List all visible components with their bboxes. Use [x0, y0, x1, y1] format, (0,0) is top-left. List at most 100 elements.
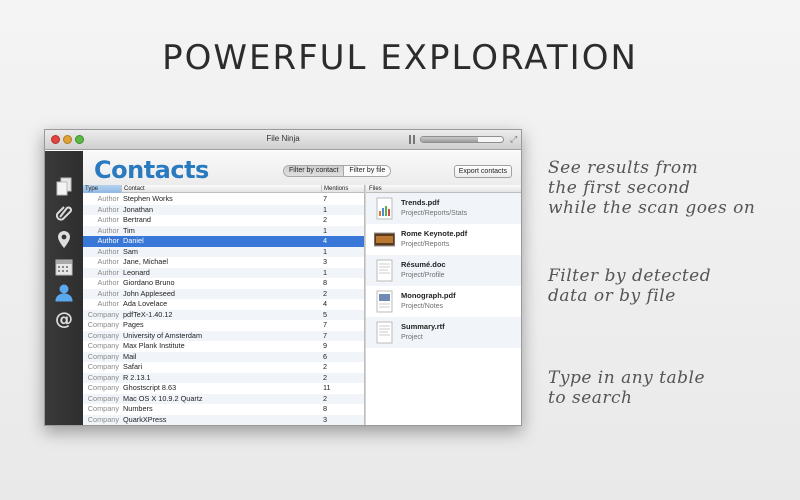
file-list-item[interactable]: Summary.rtf Project: [366, 317, 521, 348]
table-row[interactable]: Company Ghostscript 8.63 11: [83, 383, 364, 394]
fullscreen-icon[interactable]: ⤢: [510, 135, 519, 144]
table-row[interactable]: Author Jonathan 1: [83, 204, 364, 215]
table-row[interactable]: Author Stephen Works 7: [83, 194, 364, 205]
cell-mentions: 4: [323, 299, 328, 308]
file-name: Résumé.doc: [401, 260, 446, 269]
table-row[interactable]: Company Mail 6: [83, 351, 364, 362]
app-window: File Ninja ⤢ @ Contacts Filter by contac…: [44, 129, 522, 426]
column-header-type[interactable]: Type: [83, 185, 121, 193]
cell-mentions: 7: [323, 194, 328, 203]
file-list-item[interactable]: Rome Keynote.pdf Project/Reports: [366, 224, 521, 255]
table-row[interactable]: Company Mac OS X 10.9.2 Quartz 2: [83, 393, 364, 404]
file-path: Project/Reports: [401, 241, 450, 248]
note-filter: Filter by detected data or by file: [548, 266, 711, 306]
table-row[interactable]: Company QuarkXPress 3: [83, 414, 364, 425]
cell-mentions: 7: [323, 330, 328, 340]
cell-type: Author: [97, 215, 120, 224]
calendar-icon[interactable]: [54, 257, 74, 277]
table-row[interactable]: Company pdfTeX-1.40.12 5: [83, 309, 364, 320]
files-pane: Files Trends.pdf Project/Reports/Stats Rom…: [366, 185, 521, 425]
cell-type: Author: [97, 299, 120, 308]
cell-mentions: 2: [323, 393, 328, 403]
table-row[interactable]: Company University of Amsterdam 7: [83, 330, 364, 341]
cell-contact: Stephen Works: [123, 194, 173, 203]
table-header: Type Contact Mentions: [83, 185, 364, 193]
section-header: Contacts Filter by contact Filter by fil…: [83, 151, 521, 185]
table-body: Author Stephen Works 7 Author Jonathan 1 Autho…: [83, 194, 364, 425]
note-line: See results from: [548, 158, 699, 178]
cell-mentions: 7: [323, 320, 328, 329]
table-row[interactable]: Author Jane, Michael 3: [83, 257, 364, 268]
documents-icon[interactable]: [54, 177, 74, 197]
table-row[interactable]: Author Sam 1: [83, 246, 364, 257]
cell-contact: Tim: [123, 225, 135, 235]
table-row[interactable]: Company Max Plank Institute 9: [83, 341, 364, 352]
filter-by-file-button[interactable]: Filter by file: [343, 166, 391, 176]
table-row[interactable]: Author Daniel 4: [83, 236, 364, 247]
file-list-item[interactable]: Monograph.pdf Project/Notes: [366, 286, 521, 317]
cell-type: Company: [87, 309, 119, 319]
filter-by-contact-button[interactable]: Filter by contact: [284, 166, 344, 176]
note-line: Type in any table: [548, 368, 706, 388]
table-row[interactable]: Company R 2.13.1 2: [83, 372, 364, 383]
cell-contact: John Appleseed: [123, 288, 175, 298]
cell-mentions: 6: [323, 351, 328, 361]
pdf-thumb-icon: [374, 290, 395, 313]
rtf-thumb-icon: [374, 321, 395, 344]
sidebar: @: [45, 151, 83, 425]
cell-mentions: 3: [323, 414, 328, 424]
table-row[interactable]: Company Safari 2: [83, 362, 364, 373]
cell-type: Company: [87, 393, 119, 403]
cell-contact: Mail: [123, 351, 137, 361]
cell-contact: Numbers: [123, 404, 153, 413]
file-list-item[interactable]: Résumé.doc Project/Profile: [366, 255, 521, 286]
table-row[interactable]: Author Tim 1: [83, 225, 364, 236]
table-row[interactable]: Company Numbers 8: [83, 404, 364, 415]
scan-progress-fill: [421, 137, 479, 142]
column-header-contact[interactable]: Contact: [121, 185, 321, 193]
section-title: Contacts: [94, 156, 209, 184]
cell-type: Author: [97, 267, 120, 277]
cell-contact: Ada Lovelace: [123, 299, 168, 308]
files-header: Files: [366, 185, 521, 193]
file-name: Rome Keynote.pdf: [401, 229, 468, 238]
note-line: to search: [548, 388, 633, 408]
table-row[interactable]: Author Ada Lovelace 4: [83, 299, 364, 310]
cell-mentions: 8: [323, 278, 328, 287]
cell-type: Company: [87, 414, 119, 424]
title-bar[interactable]: File Ninja ⤢: [45, 130, 521, 150]
location-pin-icon[interactable]: [54, 230, 74, 250]
table-row[interactable]: Company Pages 7: [83, 320, 364, 331]
cell-contact: pdfTeX-1.40.12: [123, 309, 173, 319]
note-line: while the scan goes on: [548, 198, 756, 218]
cell-type: Company: [87, 372, 119, 382]
cell-contact: Jane, Michael: [123, 257, 169, 266]
table-row[interactable]: Author Giordano Bruno 8: [83, 278, 364, 289]
contact-person-icon[interactable]: [54, 283, 74, 303]
cell-mentions: 9: [323, 341, 328, 350]
cell-type: Author: [97, 225, 120, 235]
cell-type: Author: [97, 246, 120, 256]
table-row[interactable]: Author Leonard 1: [83, 267, 364, 278]
table-row[interactable]: Author Bertrand 2: [83, 215, 364, 226]
file-path: Project/Notes: [401, 303, 444, 310]
paperclip-icon[interactable]: [54, 203, 74, 223]
column-header-mentions[interactable]: Mentions: [321, 185, 364, 193]
table-row[interactable]: Author John Appleseed 2: [83, 288, 364, 299]
doc-thumb-icon: [374, 259, 395, 282]
cell-mentions: 1: [323, 246, 328, 256]
cell-contact: Leonard: [123, 267, 150, 277]
note-line: Filter by detected: [548, 266, 712, 286]
cell-mentions: 1: [323, 225, 328, 235]
file-list-item[interactable]: Trends.pdf Project/Reports/Stats: [366, 193, 521, 224]
cell-contact: Max Plank Institute: [123, 341, 185, 350]
pause-icon[interactable]: [408, 135, 416, 144]
cell-contact: Giordano Bruno: [123, 278, 175, 287]
cell-contact: University of Amsterdam: [123, 330, 203, 340]
cell-type: Author: [97, 257, 120, 266]
cell-mentions: 3: [323, 257, 328, 266]
file-path: Project/Reports/Stats: [401, 210, 468, 217]
at-sign-icon[interactable]: @: [54, 309, 74, 329]
export-contacts-button[interactable]: Export contacts: [453, 165, 512, 178]
cell-mentions: 2: [323, 362, 328, 371]
